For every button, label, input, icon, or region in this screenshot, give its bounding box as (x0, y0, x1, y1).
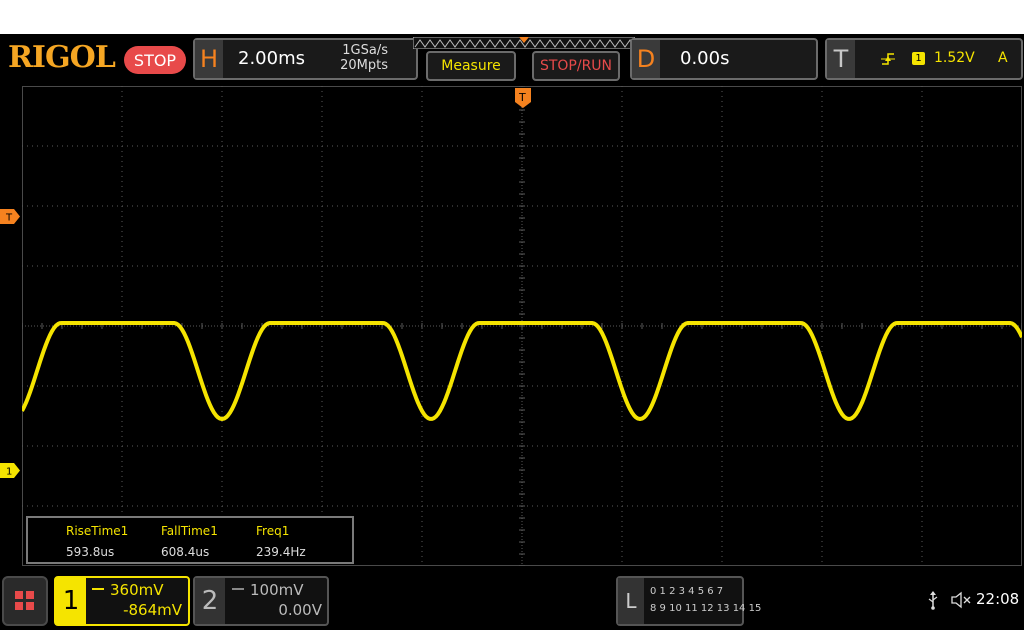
grid-menu-icon (15, 591, 34, 610)
sample-rate: 1GSa/s (342, 43, 388, 58)
ch2-scale: 100mV (250, 581, 304, 599)
stop-run-button[interactable]: STOP/RUN (532, 51, 620, 81)
brand-logo: RIGOL (8, 40, 116, 75)
delay-value: 0.00s (680, 48, 730, 69)
trigger-level-value: 1.52V (934, 50, 975, 66)
measurement-label: Freq1 (256, 524, 290, 538)
stop-run-button-label: STOP/RUN (539, 58, 613, 74)
trigger-position-marker-label: T (518, 91, 526, 104)
ch1-offset-marker-label: 1 (6, 467, 12, 478)
measurement-value: 239.4Hz (256, 545, 306, 559)
trigger-level-marker[interactable]: T (0, 209, 20, 224)
delay-label: D (632, 40, 660, 78)
memory-depth: 20Mpts (340, 58, 388, 73)
measurement-label: RiseTime1 (66, 524, 129, 538)
logic-analyzer-label: L (618, 578, 644, 624)
horizontal-label: H (195, 40, 223, 78)
ch1-offset-marker[interactable]: 1 (0, 463, 20, 478)
window-title: MSO5102 Mon October 28 22:09:38 2024 (6, 7, 340, 26)
measure-button-label: Measure (441, 58, 501, 74)
memory-position-strip[interactable] (413, 37, 635, 49)
speaker-muted-icon[interactable] (950, 590, 972, 610)
run-status-badge[interactable]: STOP (124, 46, 186, 74)
dc-coupling-icon (92, 588, 104, 596)
dc-coupling-icon (232, 588, 244, 596)
usb-icon (928, 591, 938, 610)
waveform-display[interactable] (22, 86, 1022, 566)
measurement-value: 608.4us (161, 545, 210, 559)
trigger-level-marker-label: T (5, 213, 13, 224)
trigger-mode: A (998, 50, 1008, 66)
system-clock: 22:08 (976, 590, 1020, 608)
measurement-box[interactable]: RiseTime1 593.8us FallTime1 608.4us Freq… (26, 516, 354, 564)
acquisition-info: 1GSa/s 20Mpts (320, 43, 388, 73)
measurement-label: FallTime1 (161, 524, 218, 538)
ch1-scale: 360mV (110, 581, 164, 599)
ch1-number: 1 (56, 578, 86, 624)
logic-channels-row-2: 8 9 10 11 12 13 14 15 (650, 603, 762, 614)
trigger-label: T (827, 40, 855, 78)
ch2-number: 2 (195, 578, 225, 624)
trigger-position-marker[interactable]: T (514, 86, 532, 110)
logic-channels-row-1: 0 1 2 3 4 5 6 7 (650, 586, 724, 597)
ch2-offset: 0.00V (278, 601, 322, 619)
measurement-value: 593.8us (66, 545, 115, 559)
trigger-source-badge: 1 (912, 52, 925, 65)
rising-edge-icon (881, 53, 895, 65)
ch1-offset: -864mV (123, 601, 182, 619)
main-menu-button[interactable] (2, 576, 48, 626)
timebase-value: 2.00ms (238, 48, 305, 69)
measure-button[interactable]: Measure (426, 51, 516, 81)
